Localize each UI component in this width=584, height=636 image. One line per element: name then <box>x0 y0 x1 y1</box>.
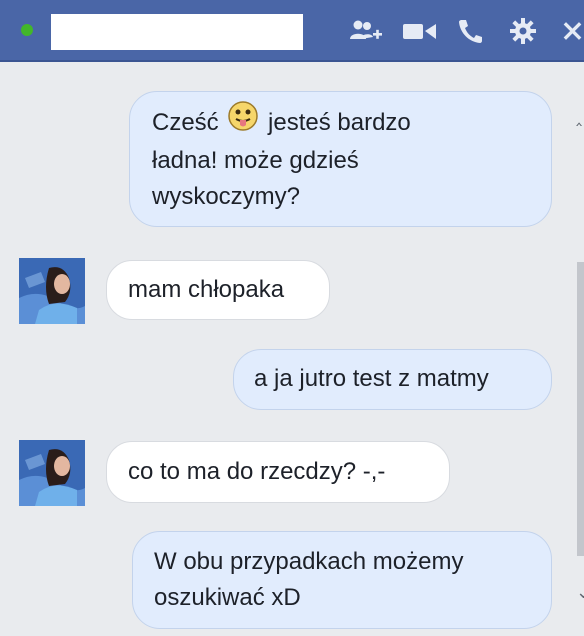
gear-icon[interactable] <box>507 16 539 46</box>
scrollbar-thumb[interactable] <box>577 262 584 556</box>
message-text: jesteś bardzo <box>268 108 411 136</box>
phone-icon[interactable] <box>455 16 485 46</box>
message-text: Cześć <box>152 108 219 136</box>
message-text: co to ma do rzecdzy? -,- <box>128 458 386 485</box>
message-bubble-outgoing: a ja jutro test z matmy <box>233 349 552 410</box>
message-line: ładna! może gdzieś <box>152 147 359 174</box>
close-icon[interactable] <box>561 16 584 46</box>
message-text: a ja jutro test z matmy <box>254 365 489 392</box>
message-text: mam chłopaka <box>128 276 285 303</box>
message-bubble-incoming: mam chłopaka <box>106 260 330 320</box>
message-line: wyskoczymy? <box>152 183 301 210</box>
chat-titlebar <box>0 0 584 62</box>
message-thread[interactable]: Cześć jesteś bardzo ładna! może gdzieś w… <box>0 62 584 636</box>
message-line: Cześć jesteś bardzo <box>152 101 551 143</box>
message-line: W obu przypadkach możemy <box>154 548 464 575</box>
add-person-icon[interactable] <box>349 16 383 46</box>
contact-avatar[interactable] <box>19 258 85 324</box>
scroll-up-arrow-icon[interactable]: ‸ <box>576 106 584 127</box>
contact-avatar[interactable] <box>19 440 85 506</box>
tongue-out-emoji-icon <box>227 100 259 143</box>
video-camera-icon[interactable] <box>401 16 439 46</box>
online-status-dot <box>21 24 33 36</box>
message-bubble-incoming: co to ma do rzecdzy? -,- <box>106 441 450 503</box>
message-bubble-outgoing: Cześć jesteś bardzo ładna! może gdzieś w… <box>129 91 552 227</box>
scroll-down-arrow-icon[interactable]: ⌄ <box>576 582 584 603</box>
message-line: oszukiwać xD <box>154 584 301 611</box>
message-bubble-outgoing: W obu przypadkach możemy oszukiwać xD <box>132 531 552 629</box>
contact-name[interactable] <box>51 14 303 50</box>
